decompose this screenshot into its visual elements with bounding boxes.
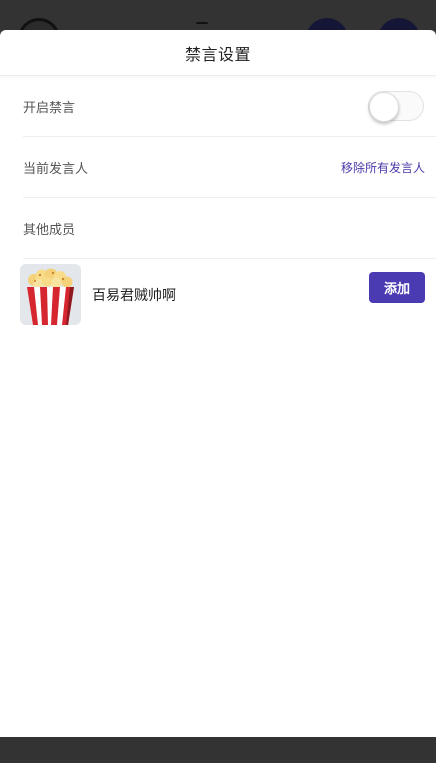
- member-list-item: 百易君贼帅啊 添加: [20, 263, 425, 325]
- toggle-knob: [369, 92, 399, 122]
- add-speaker-button[interactable]: 添加: [369, 272, 425, 303]
- mute-toggle-row: 开启禁言: [23, 76, 436, 137]
- remove-all-speakers-link[interactable]: 移除所有发言人: [341, 159, 425, 176]
- background-title-glyph: [196, 22, 208, 28]
- mute-label: 开启禁言: [23, 100, 76, 116]
- dialog-header: 禁言设置: [0, 30, 436, 76]
- member-name: 百易君贼帅啊: [92, 288, 176, 304]
- current-speaker-row: 当前发言人 移除所有发言人: [23, 137, 436, 198]
- mute-settings-dialog: 禁言设置 开启禁言 当前发言人 移除所有发言人 其他成员 百易君贼帅啊 添加: [0, 30, 436, 737]
- other-members-row: 其他成员: [23, 198, 436, 259]
- dialog-title: 禁言设置: [184, 44, 251, 64]
- current-speaker-label: 当前发言人: [23, 161, 89, 177]
- popcorn-icon: [27, 268, 74, 325]
- background-app-header: [0, 0, 436, 30]
- other-members-label: 其他成员: [23, 222, 76, 238]
- background-app-footer: [0, 737, 436, 763]
- member-avatar: [20, 263, 81, 325]
- mute-toggle[interactable]: [368, 91, 424, 122]
